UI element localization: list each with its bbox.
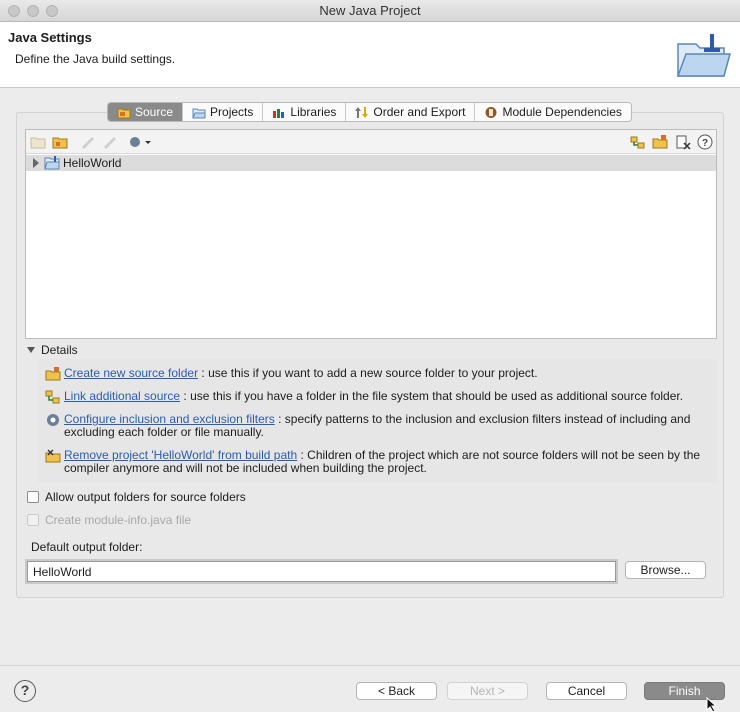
checkbox-label: Allow output folders for source folders [45,490,246,504]
remove-source-icon[interactable] [675,134,691,150]
tab-order-and-export[interactable]: Order and Export [346,103,476,121]
svg-text:?: ? [702,138,708,149]
filter-dropdown-icon[interactable] [128,134,152,150]
configure-filters-link[interactable]: Configure inclusion and exclusion filter… [64,412,275,426]
new-source-folder-icon [45,367,61,381]
tab-libraries[interactable]: Libraries [263,103,347,121]
maximize-window-icon[interactable] [46,5,58,17]
tree-item-helloworld[interactable]: HelloWorld [26,155,716,171]
tab-label: Projects [210,105,254,119]
source-folder-icon [117,108,131,118]
tree-item-label: HelloWorld [63,156,122,170]
filter-icon [47,414,59,426]
details-section: Create new source folder : use this if y… [37,359,717,483]
collapse-arrow-icon [27,347,35,353]
tab-projects[interactable]: Projects [183,103,264,121]
expand-all-icon[interactable] [30,134,46,150]
tab-label: Order and Export [373,105,466,119]
create-source-folder-link[interactable]: Create new source folder [64,366,198,380]
order-export-icon [355,106,369,118]
detail-text: : use this if you have a folder in the f… [183,389,684,403]
java-project-icon [44,156,60,170]
tab-module-dependencies[interactable]: Module Dependencies [475,103,630,121]
help-button[interactable]: ? [14,680,36,702]
edit-folder-icon[interactable] [80,134,96,150]
tab-label: Libraries [290,105,337,119]
tree-toolbar: ? [26,130,716,154]
back-button[interactable]: < Back [356,682,437,700]
details-label: Details [41,343,78,357]
link-source-icon [45,390,60,404]
window-title: New Java Project [319,3,421,18]
cancel-button[interactable]: Cancel [546,682,627,700]
tab-bar: Source Projects Libraries Order and Expo… [107,102,632,122]
checkbox-label: Create module-info.java file [45,513,192,527]
help-icon[interactable]: ? [697,134,713,150]
new-source-folder-icon[interactable] [652,134,668,150]
remove-project-icon [45,449,61,463]
add-folder-icon[interactable] [52,134,68,150]
allow-output-folders-checkbox[interactable]: Allow output folders for source folders [27,489,246,505]
libraries-icon [273,108,285,118]
minimize-window-icon[interactable] [27,5,39,17]
browse-button[interactable]: Browse... [625,561,706,579]
footer-separator [0,665,740,666]
java-project-folder-icon [676,34,731,77]
mouse-cursor-icon [706,697,718,712]
tab-label: Module Dependencies [502,105,622,119]
details-toggle[interactable]: Details [25,341,717,359]
window-titlebar: New Java Project [0,0,740,22]
next-button[interactable]: Next > [447,682,528,700]
tab-label: Source [135,105,174,119]
close-window-icon[interactable] [8,5,20,17]
expand-arrow-icon[interactable] [33,158,39,168]
projects-icon [192,108,206,118]
tab-source[interactable]: Source [108,103,184,121]
module-icon [485,106,497,118]
create-module-info-checkbox: Create module-info.java file [27,512,191,528]
link-additional-source-link[interactable]: Link additional source [64,389,180,403]
page-subtitle: Define the Java build settings. [15,52,176,66]
wizard-banner: Java Settings Define the Java build sett… [0,22,740,88]
default-output-folder-label: Default output folder: [31,540,143,554]
checkbox-box [27,514,39,526]
remove-project-link[interactable]: Remove project 'HelloWorld' from build p… [64,448,297,462]
detail-text: : use this if you want to add a new sour… [201,366,538,380]
page-title: Java Settings [8,30,92,45]
remove-folder-icon[interactable] [102,134,118,150]
default-output-folder-input[interactable] [27,561,616,582]
link-source-icon[interactable] [630,134,646,150]
source-folders-tree[interactable]: ? HelloWorld [25,129,717,339]
checkbox-box[interactable] [27,491,39,503]
